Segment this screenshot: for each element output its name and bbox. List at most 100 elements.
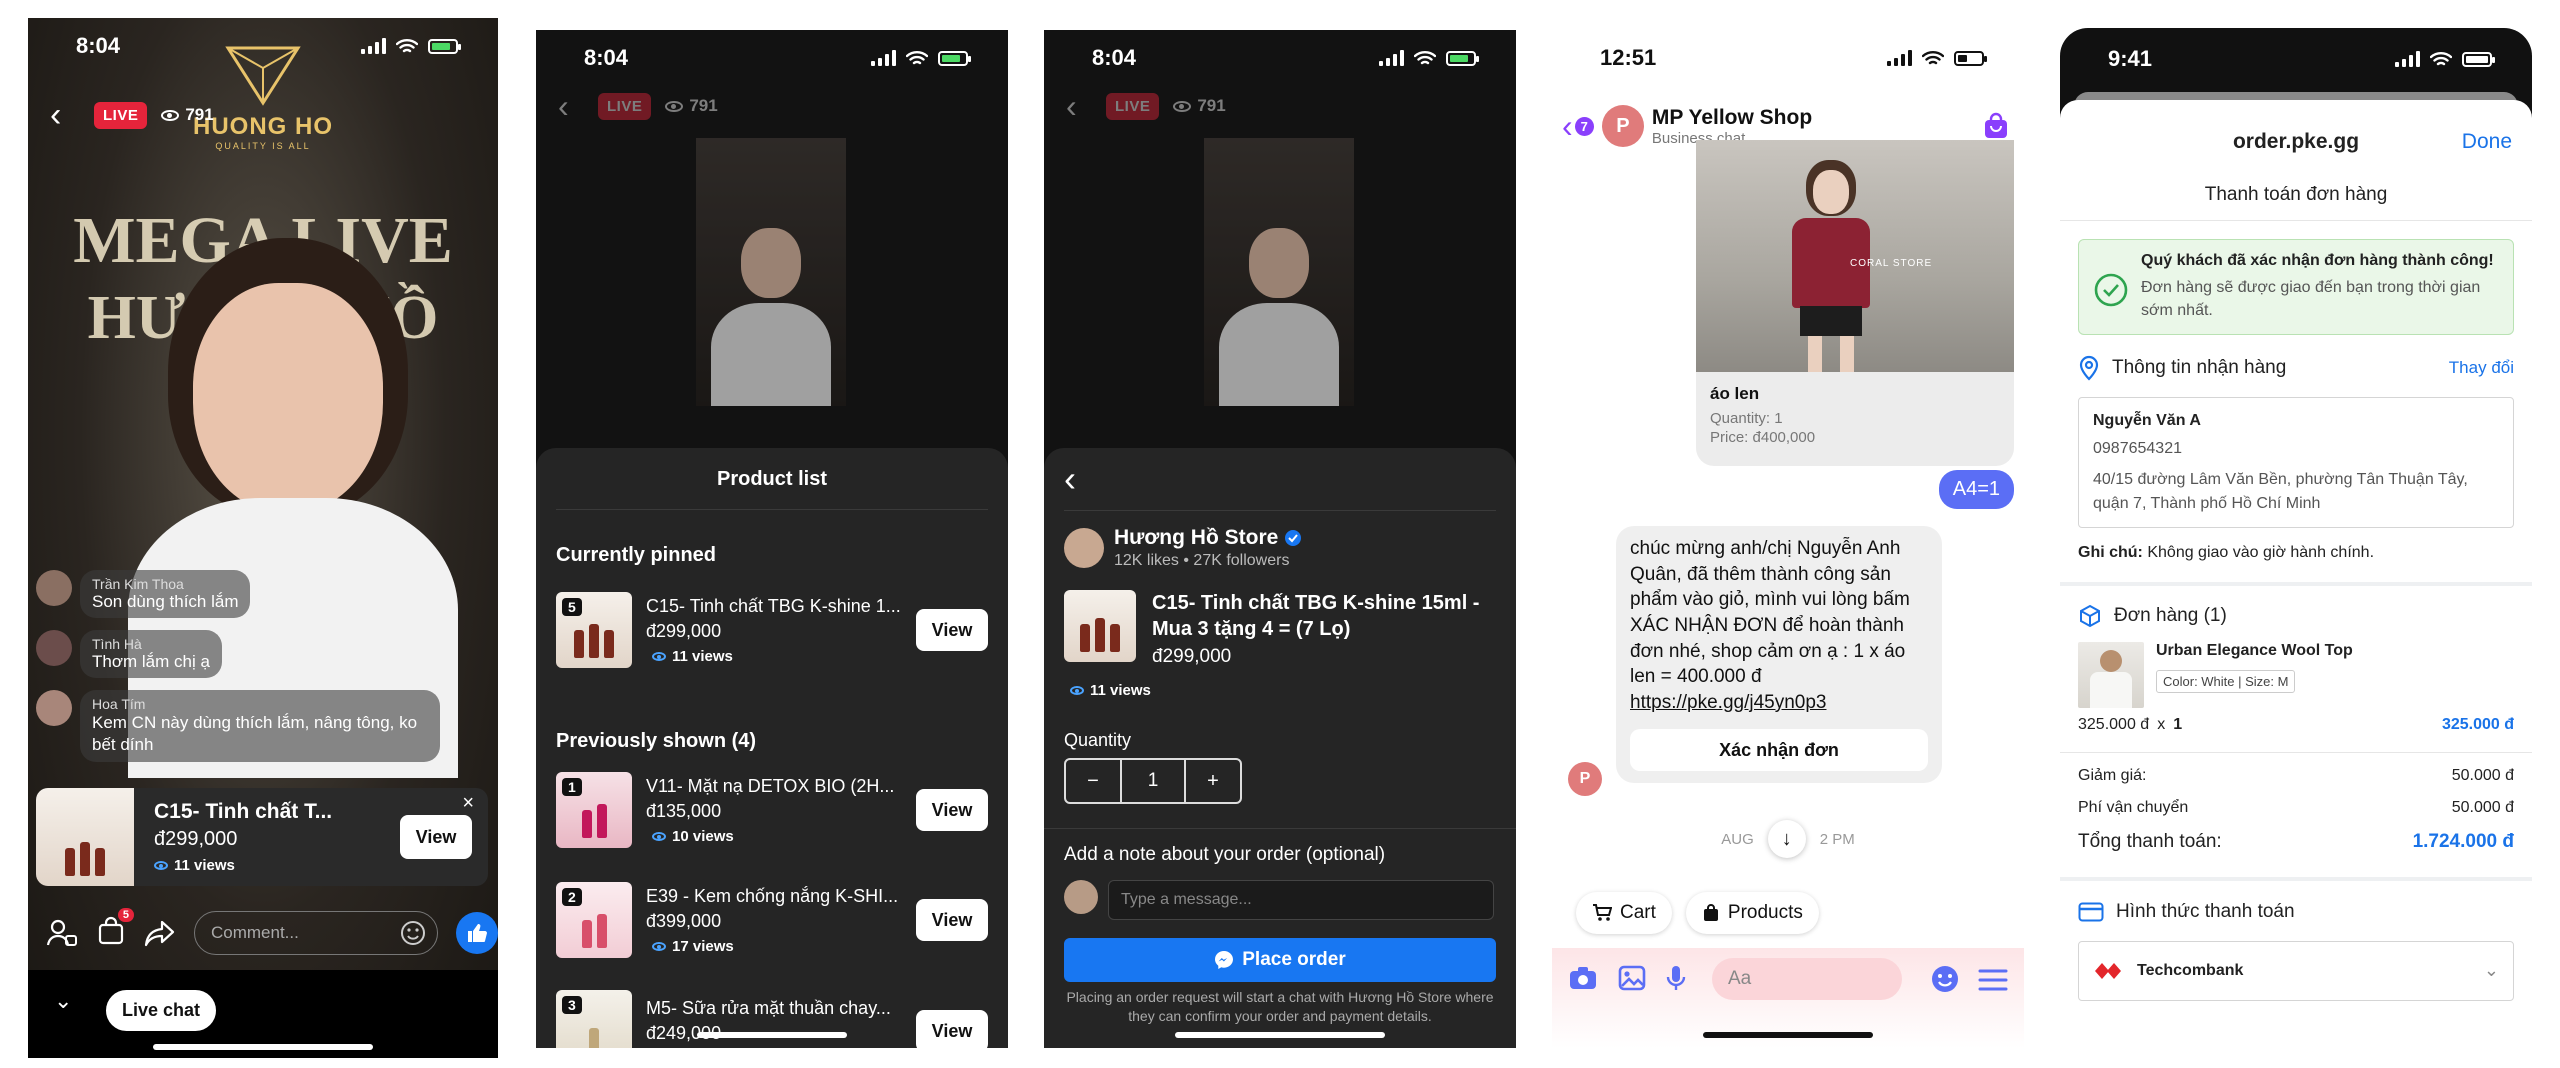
product-row[interactable]: 1 V11- Mặt nạ DETOX BIO (2H... đ135,000 …	[556, 770, 988, 850]
input-placeholder: Aa	[1728, 968, 1752, 989]
status-bar: 9:41	[2060, 28, 2532, 90]
comment-input[interactable]: Comment...	[194, 911, 438, 955]
product-message-card[interactable]: CORAL STORE áo len Quantity: 1 Price: đ4…	[1696, 140, 2014, 466]
status-bar: 8:04	[28, 18, 498, 74]
image-icon[interactable]	[1618, 965, 1646, 991]
top-bar: ‹ LIVE 791	[50, 98, 214, 132]
back-arrow-icon[interactable]: ‹	[1066, 90, 1092, 122]
wifi-icon	[906, 51, 928, 65]
back-button[interactable]: ‹ 7	[1562, 110, 1594, 142]
eye-icon	[652, 651, 666, 661]
comments-list: Trần Kim Thoa Son dùng thích lắm Tình Hà…	[36, 570, 476, 763]
place-order-button[interactable]: Place order	[1064, 938, 1496, 982]
view-product-button[interactable]: View	[916, 1010, 988, 1048]
order-link[interactable]: https://pke.gg/j45yn0p3	[1630, 690, 1928, 716]
check-circle-icon	[2094, 273, 2128, 307]
mini-video	[696, 138, 846, 406]
note-input[interactable]: Type a message...	[1108, 880, 1494, 920]
product-thumbnail	[36, 788, 134, 886]
item-variant: Color: White | Size: M	[2156, 669, 2296, 693]
location-pin-icon	[2079, 356, 2099, 381]
note-label: Add a note about your order (optional)	[1064, 844, 1386, 865]
quantity-stepper[interactable]: − 1 +	[1064, 758, 1242, 804]
product-row[interactable]: 2 E39 - Kem chống nắng K-SHI... đ399,000…	[556, 880, 988, 960]
views-text: 10 views	[672, 827, 734, 845]
back-arrow-icon[interactable]: ‹	[558, 90, 584, 122]
emoji-icon[interactable]	[1930, 964, 1960, 994]
live-badge: LIVE	[1106, 92, 1160, 120]
pinned-product-card[interactable]: C15- Tinh chất T... đ299,000 11 views Vi…	[36, 788, 488, 886]
microphone-icon[interactable]	[1666, 964, 1686, 992]
back-chevron-icon[interactable]: ‹	[1064, 458, 1076, 500]
cart-label: Cart	[1620, 902, 1656, 923]
message-input[interactable]: Aa	[1712, 958, 1902, 1000]
shop-name[interactable]: MP Yellow Shop	[1652, 106, 1974, 130]
product-row[interactable]: 3 M5- Sữa rửa mặt thuần chay... đ249,000…	[556, 990, 988, 1048]
item-unit-price: 325.000 đ	[2078, 715, 2150, 733]
viewer-count: 791	[665, 96, 718, 116]
payment-section: Hình thức thanh toán Techcombank ⌄	[2078, 901, 2514, 1001]
store-header: Hương Hồ Store 12K likes • 27K followers	[1064, 526, 1302, 570]
incoming-message: chúc mừng anh/chị Nguyễn Anh Quân, đã th…	[1616, 526, 1942, 784]
wifi-icon	[1414, 51, 1436, 65]
avatar	[36, 630, 72, 666]
guests-icon[interactable]	[46, 918, 78, 948]
note-text: Không giao vào giờ hành chính.	[2147, 543, 2375, 561]
view-product-button[interactable]: View	[916, 609, 988, 651]
product-detail-screen: 8:04 ‹ LIVE 791 ‹ Hương Hồ Store 12K lik…	[1044, 30, 1516, 1048]
view-product-button[interactable]: View	[400, 815, 472, 859]
quick-actions: Cart Products	[1576, 892, 1819, 934]
bank-option[interactable]: Techcombank ⌄	[2078, 940, 2514, 1001]
decrease-button[interactable]: −	[1066, 760, 1122, 802]
products-chip[interactable]: Products	[1685, 892, 1819, 934]
done-button[interactable]: Done	[2462, 130, 2512, 154]
quantity-label: Quantity	[1064, 730, 1132, 750]
status-bar: 12:51	[1552, 30, 2024, 86]
back-arrow-icon[interactable]: ‹	[50, 98, 80, 132]
card-price: Price: đ400,000	[1710, 429, 1816, 446]
photo-watermark: CORAL STORE	[1850, 258, 1933, 269]
previous-heading: Previously shown (4)	[556, 730, 757, 752]
shop-bag-icon[interactable]	[1982, 112, 2010, 140]
payment-heading: Hình thức thanh toán	[2116, 900, 2295, 922]
live-chat-button[interactable]: Live chat	[106, 990, 217, 1031]
chevron-down-icon[interactable]: ⌄	[54, 988, 72, 1014]
comment-author: Tình Hà	[92, 636, 142, 652]
success-banner: Quý khách đã xác nhận đơn hàng thành côn…	[2078, 239, 2514, 336]
menu-icon[interactable]	[1978, 968, 2008, 992]
close-icon[interactable]: ×	[462, 792, 474, 815]
camera-icon[interactable]	[1568, 965, 1598, 991]
cart-chip[interactable]: Cart	[1576, 892, 1672, 934]
shopping-bag-button[interactable]: 5	[96, 907, 134, 951]
total-value: 1.724.000 đ	[2412, 830, 2514, 852]
product-number: 1	[562, 778, 582, 796]
home-indicator	[153, 1044, 373, 1050]
view-product-button[interactable]: View	[916, 789, 988, 831]
note-placeholder: Type a message...	[1121, 891, 1252, 908]
order-item: Urban Elegance Wool Top Color: White | S…	[2078, 641, 2514, 708]
eye-icon	[161, 109, 180, 121]
comment-author: Hoa Tím	[92, 696, 146, 712]
status-time: 12:51	[1600, 45, 1657, 70]
pinned-heading: Currently pinned	[556, 544, 717, 566]
views-text: 11 views	[174, 857, 235, 874]
emoji-icon[interactable]	[399, 919, 427, 947]
confirm-order-button[interactable]: Xác nhận đơn	[1630, 729, 1928, 772]
shop-avatar: P	[1601, 105, 1644, 147]
signal-icon	[1887, 50, 1912, 66]
order-section: Đơn hàng (1) Urban Elegance Wool Top Col…	[2078, 604, 2514, 734]
item-quantity: 1	[2173, 715, 2183, 733]
increase-button[interactable]: +	[1184, 760, 1240, 802]
view-product-button[interactable]: View	[916, 899, 988, 941]
change-address-link[interactable]: Thay đổi	[2449, 358, 2514, 378]
viewer-number: 791	[185, 105, 214, 124]
product-number: 3	[562, 996, 582, 1014]
comment-text: Thơm lắm chị ạ	[92, 652, 210, 671]
scroll-down-button[interactable]: ↓	[1767, 820, 1806, 858]
product-row[interactable]: 5 C15- Tinh chất TBG K-shine 1... đ299,0…	[556, 590, 988, 670]
share-icon[interactable]	[144, 919, 176, 947]
like-button[interactable]	[456, 912, 498, 954]
status-time: 8:04	[76, 33, 121, 58]
status-icons	[361, 38, 461, 54]
page-title: Thanh toán đơn hàng	[2060, 184, 2532, 221]
